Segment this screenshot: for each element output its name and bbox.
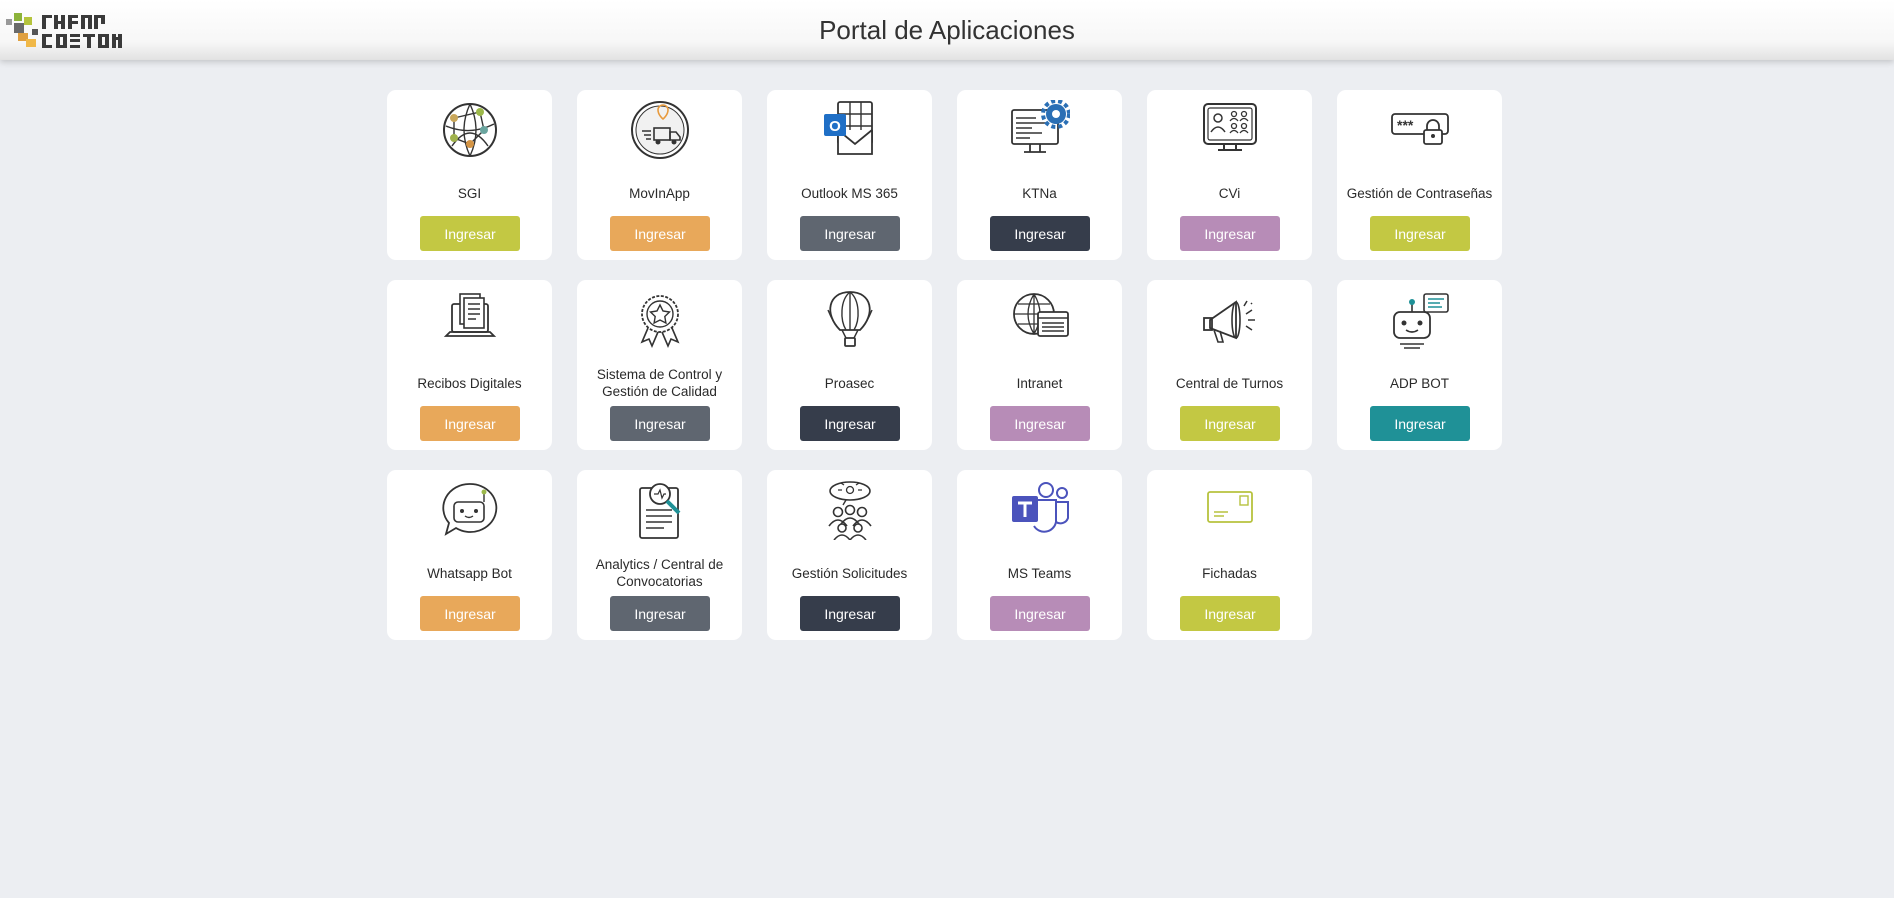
app-label: MS Teams xyxy=(1007,565,1072,581)
app-card-adp-bot: ADP BOT Ingresar xyxy=(1337,280,1502,450)
ingresar-button-adp-bot[interactable]: Ingresar xyxy=(1370,406,1470,441)
app-card-fichadas: Fichadas Ingresar xyxy=(1147,470,1312,640)
app-label: Outlook MS 365 xyxy=(801,185,898,201)
app-label: Intranet xyxy=(1016,375,1063,391)
team-ideas-icon xyxy=(827,481,872,540)
monitor-gear-icon xyxy=(1010,100,1070,153)
app-card-ktna: KTNa Ingresar xyxy=(957,90,1122,260)
password-lock-icon: *** xyxy=(1390,113,1449,145)
ingresar-button-contrasenas[interactable]: Ingresar xyxy=(1370,216,1470,251)
teams-icon xyxy=(1011,482,1069,533)
app-card-contrasenas: *** Gestión de Contraseñas Ingresar xyxy=(1337,90,1502,260)
app-label: SGI xyxy=(457,185,482,201)
app-card-recibos: Recibos Digitales Ingresar xyxy=(387,280,552,450)
app-card-outlook: O Outlook MS 365 Ingresar xyxy=(767,90,932,260)
ingresar-button-recibos[interactable]: Ingresar xyxy=(420,406,520,441)
app-label: ADP BOT xyxy=(1389,375,1450,391)
app-label: MovInApp xyxy=(629,185,690,201)
envelope-icon xyxy=(1206,491,1253,523)
app-label: KTNa xyxy=(1022,185,1057,201)
app-label: Gestión Solicitudes xyxy=(791,565,908,581)
app-label: Proasec xyxy=(824,375,875,391)
app-card-proasec: Proasec Ingresar xyxy=(767,280,932,450)
app-label: Fichadas xyxy=(1202,565,1257,581)
outlook-icon: O xyxy=(823,101,873,155)
ingresar-button-solicitudes[interactable]: Ingresar xyxy=(800,596,900,631)
app-card-cvi: CVi Ingresar xyxy=(1147,90,1312,260)
network-globe-icon xyxy=(442,103,497,157)
svg-text:***: *** xyxy=(1397,117,1414,133)
app-card-solicitudes: Gestión Solicitudes Ingresar xyxy=(767,470,932,640)
app-label: Sistema de Control y Gestión de Calidad xyxy=(596,367,723,399)
ingresar-button-ktna[interactable]: Ingresar xyxy=(990,216,1090,251)
app-label: Analytics / Central de Convocatorias xyxy=(595,557,724,589)
ingresar-button-calidad[interactable]: Ingresar xyxy=(610,406,710,441)
delivery-truck-icon xyxy=(630,101,689,159)
app-card-sgi: SGI Ingresar xyxy=(387,90,552,260)
laptop-documents-icon xyxy=(443,293,496,337)
app-card-intranet: Intranet Ingresar xyxy=(957,280,1122,450)
app-label: CVi xyxy=(1218,185,1241,201)
ingresar-button-proasec[interactable]: Ingresar xyxy=(800,406,900,441)
chat-robot-icon xyxy=(441,483,497,536)
ingresar-button-fichadas[interactable]: Ingresar xyxy=(1180,596,1280,631)
svg-text:O: O xyxy=(829,118,841,135)
ingresar-button-intranet[interactable]: Ingresar xyxy=(990,406,1090,441)
ingresar-button-turnos[interactable]: Ingresar xyxy=(1180,406,1280,441)
globe-window-icon xyxy=(1012,293,1069,337)
ingresar-button-movinapp[interactable]: Ingresar xyxy=(610,216,710,251)
page-title: Portal de Aplicaciones xyxy=(819,15,1075,45)
quality-badge-icon xyxy=(639,295,680,349)
app-card-whatsapp-bot: Whatsapp Bot Ingresar xyxy=(387,470,552,640)
app-label: Central de Turnos xyxy=(1175,375,1284,391)
app-card-analytics: Analytics / Central de Convocatorias Ing… xyxy=(577,470,742,640)
app-card-ms-teams: MS Teams Ingresar xyxy=(957,470,1122,640)
ingresar-button-whatsapp-bot[interactable]: Ingresar xyxy=(420,596,520,631)
ingresar-button-cvi[interactable]: Ingresar xyxy=(1180,216,1280,251)
app-card-movinapp: MovInApp Ingresar xyxy=(577,90,742,260)
app-label: Whatsapp Bot xyxy=(427,565,512,581)
robot-chat-icon xyxy=(1392,293,1449,349)
ingresar-button-outlook[interactable]: Ingresar xyxy=(800,216,900,251)
app-label: Recibos Digitales xyxy=(417,375,522,391)
hot-air-balloon-icon xyxy=(826,291,873,347)
app-card-turnos: Central de Turnos Ingresar xyxy=(1147,280,1312,450)
ingresar-button-ms-teams[interactable]: Ingresar xyxy=(990,596,1090,631)
monitor-people-icon xyxy=(1202,103,1257,151)
megaphone-icon xyxy=(1202,300,1255,343)
ingresar-button-analytics[interactable]: Ingresar xyxy=(610,596,710,631)
clipboard-search-icon xyxy=(638,483,680,539)
app-card-calidad: Sistema de Control y Gestión de Calidad … xyxy=(577,280,742,450)
ingresar-button-sgi[interactable]: Ingresar xyxy=(420,216,520,251)
app-label: Gestión de Contraseñas xyxy=(1346,185,1493,201)
top-header: Portal de Aplicaciones xyxy=(0,0,1894,60)
